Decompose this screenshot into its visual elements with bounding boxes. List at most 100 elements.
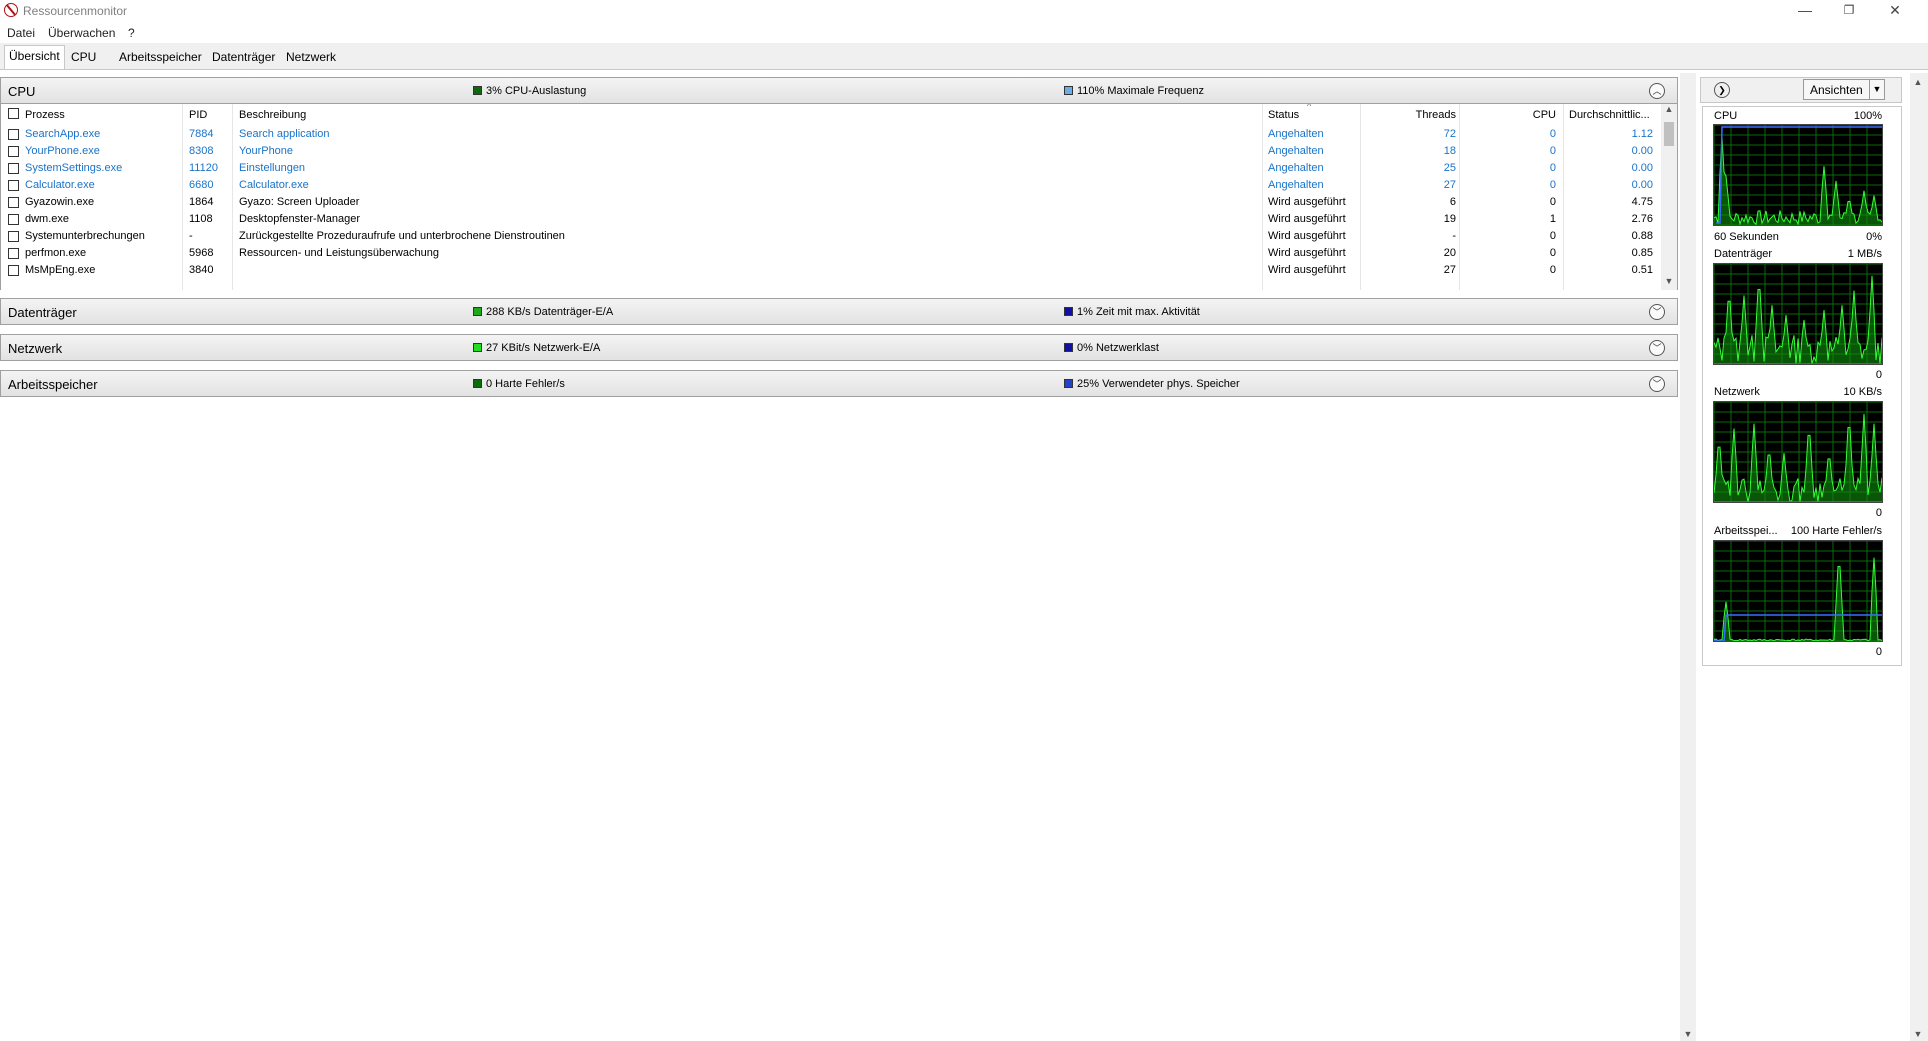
graphs-scrollbar[interactable]: ▲ ▼ — [1910, 73, 1928, 1041]
row-checkbox[interactable] — [8, 129, 19, 140]
table-row[interactable]: Systemunterbrechungen - Zurückgestellte Pr… — [1, 228, 1661, 245]
scroll-down-icon[interactable]: ▼ — [1680, 1029, 1696, 1039]
memory-graph-plot — [1714, 541, 1882, 641]
chevron-right-icon[interactable]: ❯ — [1714, 82, 1730, 98]
cell-process: Calculator.exe — [25, 179, 95, 191]
views-button[interactable]: Ansichten ▼ — [1803, 79, 1885, 100]
resource-monitor-app-icon — [4, 3, 18, 17]
graph-cpu-timespan: 60 Sekunden — [1714, 231, 1779, 243]
chevron-down-icon[interactable]: ﹀ — [1649, 376, 1665, 392]
table-header-row: Prozess PID Beschreibung Status ^ Thread… — [1, 104, 1661, 124]
cell-threads: 19 — [1443, 213, 1456, 225]
cell-cpu: 0 — [1549, 128, 1556, 140]
cell-pid: 1108 — [189, 213, 213, 225]
memory-graph — [1713, 540, 1883, 642]
menu-datei[interactable]: Datei — [7, 26, 35, 40]
cell-cpu: 0 — [1549, 247, 1556, 259]
column-header-status[interactable]: Status — [1268, 109, 1299, 121]
memory-used-stat: 25% Verwendeter phys. Speicher — [1064, 378, 1240, 390]
memory-used-swatch — [1064, 379, 1073, 388]
restore-button[interactable]: ❐ — [1826, 0, 1872, 22]
column-header-process[interactable]: Prozess — [25, 109, 65, 121]
cell-description: Gyazo: Screen Uploader — [239, 196, 360, 208]
row-checkbox[interactable] — [8, 146, 19, 157]
table-row[interactable]: SystemSettings.exe 11120 Einstellungen Ange… — [1, 160, 1661, 177]
row-checkbox[interactable] — [8, 231, 19, 242]
row-checkbox[interactable] — [8, 248, 19, 259]
cell-status: Angehalten — [1268, 162, 1324, 174]
scroll-up-icon[interactable]: ▲ — [1910, 77, 1926, 87]
cell-process: Systemunterbrechungen — [25, 230, 145, 242]
row-checkbox[interactable] — [8, 180, 19, 191]
table-row[interactable]: Calculator.exe 6680 Calculator.exe Angehalt… — [1, 177, 1661, 194]
cell-cpu: 0 — [1549, 179, 1556, 191]
cell-average-cpu: 4.75 — [1631, 196, 1653, 208]
table-row[interactable]: YourPhone.exe 8308 YourPhone Angehalten 18 0 0… — [1, 143, 1661, 160]
graph-disk-min: 0 — [1875, 369, 1882, 381]
disk-graph-plot — [1714, 264, 1882, 364]
close-button[interactable]: ✕ — [1872, 0, 1918, 22]
row-checkbox[interactable] — [8, 265, 19, 276]
overview-panel: CPU 3% CPU-Auslastung 110% Maximale Freq… — [0, 73, 1680, 1041]
cell-description: Desktopfenster-Manager — [239, 213, 361, 225]
chevron-down-icon[interactable]: ﹀ — [1649, 304, 1665, 320]
column-header-description[interactable]: Beschreibung — [239, 109, 306, 121]
table-row[interactable]: SearchApp.exe 7884 Search application Angeh… — [1, 126, 1661, 143]
title-bar — [0, 0, 1928, 22]
cell-description: Ressourcen- und Leistungsüberwachung — [239, 247, 439, 259]
tab-datentraeger[interactable]: Datenträger — [208, 47, 279, 67]
column-header-threads[interactable]: Threads — [1371, 109, 1456, 121]
graph-memory-title: Arbeitsspei... — [1714, 525, 1778, 537]
network-section-header[interactable]: Netzwerk 27 KBit/s Netzwerk-E/A 0% Netzw… — [0, 334, 1678, 361]
graph-memory-max: 100 Harte Fehler/s — [1790, 525, 1882, 537]
tab-cpu[interactable]: CPU — [67, 47, 100, 67]
disk-section-header[interactable]: Datenträger 288 KB/s Datenträger-E/A 1% … — [0, 298, 1678, 325]
cell-pid: 1864 — [189, 196, 214, 208]
network-io-text: 27 KBit/s Netzwerk-E/A — [486, 342, 601, 354]
cell-threads: - — [1452, 230, 1456, 242]
main-scrollbar[interactable]: ▼ — [1680, 73, 1696, 1041]
select-all-checkbox[interactable] — [8, 108, 19, 119]
cpu-section-header[interactable]: CPU 3% CPU-Auslastung 110% Maximale Freq… — [0, 77, 1678, 104]
cell-description: YourPhone — [239, 145, 294, 157]
cell-pid: 8308 — [189, 145, 214, 157]
tab-uebersicht[interactable]: Übersicht — [4, 45, 65, 69]
graph-disk-title: Datenträger — [1714, 248, 1773, 260]
menu-help[interactable]: ? — [128, 26, 135, 40]
cell-threads: 72 — [1443, 128, 1456, 140]
chevron-down-icon[interactable]: ﹀ — [1649, 340, 1665, 356]
row-checkbox[interactable] — [8, 163, 19, 174]
tab-arbeitsspeicher[interactable]: Arbeitsspeicher — [115, 47, 206, 67]
tab-netzwerk[interactable]: Netzwerk — [282, 47, 340, 67]
scroll-up-icon[interactable]: ▲ — [1661, 104, 1677, 114]
cell-process: SystemSettings.exe — [25, 162, 123, 174]
disk-activity-text: 1% Zeit mit max. Aktivität — [1077, 306, 1200, 318]
cell-status: Wird ausgeführt — [1268, 264, 1346, 276]
cell-process: SearchApp.exe — [25, 128, 101, 140]
column-header-cpu[interactable]: CPU — [1471, 109, 1556, 121]
row-checkbox[interactable] — [8, 214, 19, 225]
table-row[interactable]: MsMpEng.exe 3840 Wird ausgeführt 27 0 0.51 — [1, 262, 1661, 279]
scroll-down-icon[interactable]: ▼ — [1910, 1029, 1926, 1039]
views-button-label: Ansichten — [1810, 83, 1863, 97]
column-header-average-cpu[interactable]: Durchschnittlic... — [1569, 109, 1650, 121]
memory-faults-text: 0 Harte Fehler/s — [486, 378, 565, 390]
scroll-thumb[interactable] — [1664, 122, 1674, 146]
scroll-down-icon[interactable]: ▼ — [1661, 276, 1677, 286]
network-load-text: 0% Netzwerklast — [1077, 342, 1159, 354]
chevron-up-icon[interactable]: ︿ — [1649, 83, 1665, 99]
cell-pid: 5968 — [189, 247, 214, 259]
memory-faults-stat: 0 Harte Fehler/s — [473, 378, 565, 390]
row-checkbox[interactable] — [8, 197, 19, 208]
table-row[interactable]: Gyazowin.exe 1864 Gyazo: Screen Uploader Wi… — [1, 194, 1661, 211]
cell-process: dwm.exe — [25, 213, 70, 225]
dropdown-arrow-icon[interactable]: ▼ — [1869, 80, 1884, 99]
column-header-pid[interactable]: PID — [189, 109, 207, 121]
menu-ueberwachen[interactable]: Überwachen — [48, 26, 115, 40]
table-row[interactable]: perfmon.exe 5968 Ressourcen- und Leistungs… — [1, 245, 1661, 262]
table-row[interactable]: dwm.exe 1108 Desktopfenster-Manager Wird au… — [1, 211, 1661, 228]
table-scrollbar[interactable]: ▲ ▼ — [1661, 104, 1677, 290]
memory-section-header[interactable]: Arbeitsspeicher 0 Harte Fehler/s 25% Ver… — [0, 370, 1678, 397]
network-load-stat: 0% Netzwerklast — [1064, 342, 1159, 354]
minimize-button[interactable]: — — [1782, 0, 1828, 22]
